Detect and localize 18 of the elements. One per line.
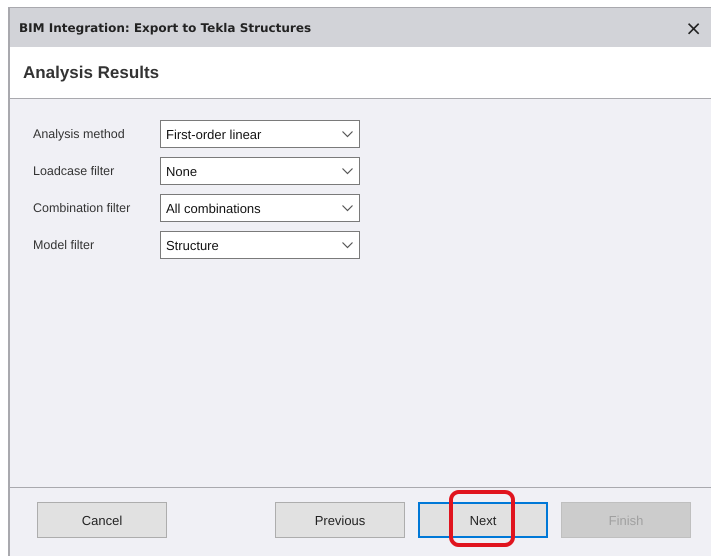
window-title: BIM Integration: Export to Tekla Structures	[19, 20, 312, 34]
field-label: Analysis method	[33, 127, 126, 141]
dialog-button[interactable]: Next	[418, 502, 548, 538]
close-button[interactable]: ×	[681, 18, 706, 38]
chevron-down-icon	[342, 130, 353, 138]
field-label: Loadcase filter	[33, 164, 116, 178]
field-label: Model filter	[33, 238, 96, 252]
chevron-down-icon	[342, 242, 353, 248]
dropdown-field[interactable]: Structure	[160, 231, 360, 259]
dialog-button[interactable]: Cancel	[37, 502, 167, 538]
dropdown-field[interactable]: First-order linear	[160, 120, 360, 148]
chevron-down-icon	[342, 204, 353, 212]
field-label: Combination filter	[33, 201, 132, 215]
dialog-button[interactable]: Previous	[275, 502, 405, 538]
dropdown-field[interactable]: All combinations	[160, 194, 360, 222]
dropdown-field[interactable]: None	[160, 157, 360, 185]
chevron-down-icon	[342, 168, 353, 174]
page-heading: Analysis Results	[23, 62, 160, 82]
